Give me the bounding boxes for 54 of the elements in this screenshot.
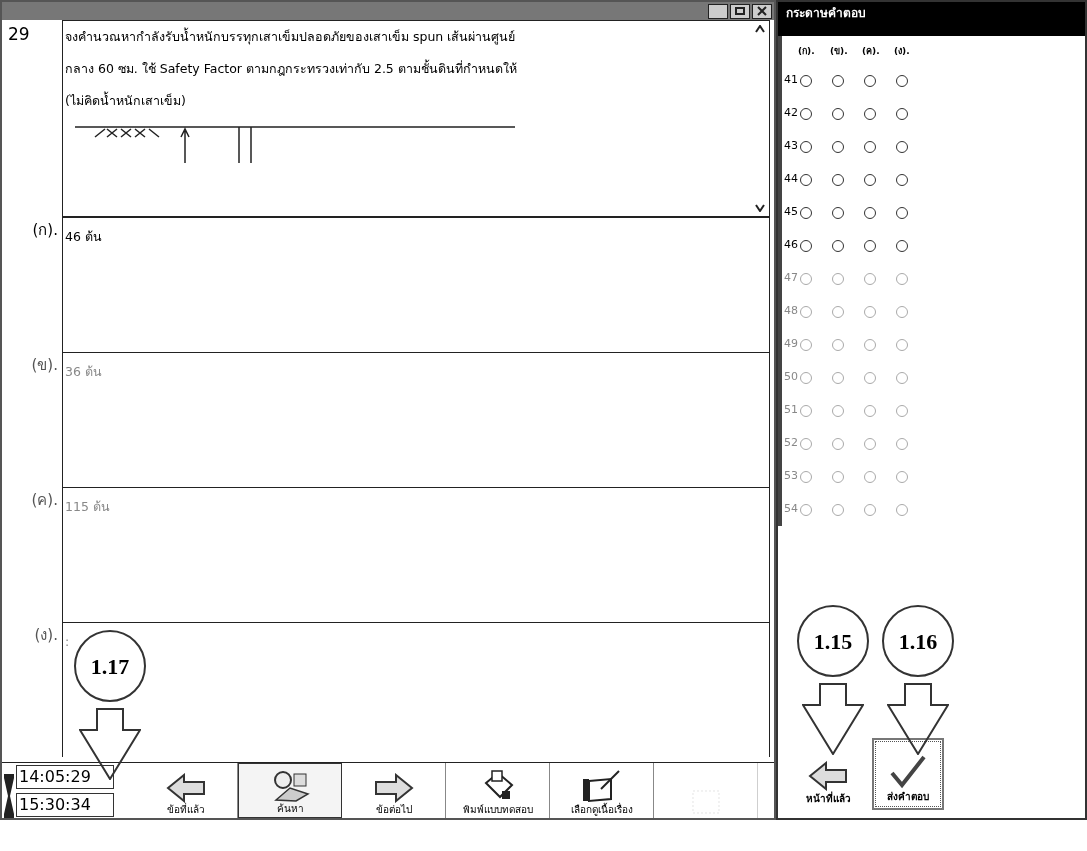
callout-annotation: 1.16 <box>882 605 954 755</box>
row-number: 43 <box>784 138 799 155</box>
row-number: 50 <box>784 369 799 386</box>
column-header: (ง). <box>894 45 911 59</box>
row-number: 54 <box>784 501 799 518</box>
row-number: 48 <box>784 303 799 320</box>
left-arrow-icon <box>808 761 848 791</box>
row-number: 47 <box>784 270 799 287</box>
row-number: 46 <box>784 237 799 254</box>
row-number: 49 <box>784 336 799 353</box>
choice-text: 46 ต้น <box>65 229 102 244</box>
choice-text: : <box>65 634 70 649</box>
answer-sheet-title: กระดาษคำตอบ <box>778 2 1085 36</box>
minimize-icon[interactable] <box>708 3 728 19</box>
choice-label: (ง). <box>33 625 59 646</box>
row-number: 41 <box>784 72 799 89</box>
choice-label: (ค). <box>30 490 59 511</box>
answer-sheet-button[interactable]: ส่งคำตอบ <box>872 738 944 810</box>
toolbar-button[interactable]: ค้นหา <box>238 763 342 818</box>
row-number: 45 <box>784 204 799 221</box>
left-arrow-icon <box>165 773 206 803</box>
toolbar-button[interactable]: ข้อต่อไป <box>342 763 446 818</box>
choice-box[interactable]: 36 ต้น <box>62 352 770 487</box>
question-number: 29 <box>7 23 31 46</box>
choice-box[interactable]: 46 ต้น <box>62 217 770 352</box>
choice-label: (ก). <box>31 220 59 241</box>
toolbar-button[interactable]: ข้อที่แล้ว <box>134 763 238 818</box>
scroll-up-icon[interactable] <box>755 25 765 33</box>
question-text: กลาง 60 ซม. ใช้ Safety Factor ตามกฎกระทรวงเท่ากับ 2.5 ตามชั้นดินที่กำหนดให้ <box>65 58 518 78</box>
row-number: 44 <box>784 171 799 188</box>
toolbar-button[interactable]: พิมพ์แบบทดสอบ <box>446 763 550 818</box>
column-header: (ค). <box>862 45 881 59</box>
toolbar-button[interactable]: เลือกดูเนื้อเรื่อง <box>550 763 654 818</box>
row-number: 51 <box>784 402 799 419</box>
choice-text: 36 ต้น <box>65 364 102 379</box>
scroll-down-icon[interactable] <box>755 204 765 212</box>
row-number: 53 <box>784 468 799 485</box>
choice-text: 115 ต้น <box>65 499 110 514</box>
question-text: จงคำนวณหากำลังรับน้ำหนักบรรทุกเสาเข็มปลอดภัยของเสาเข็ม spun เส้นผ่านศูนย์ <box>65 26 517 47</box>
question-text: (ไม่คิดน้ำหนักเสาเข็ม) <box>65 90 187 110</box>
column-header: (ก). <box>798 45 816 59</box>
right-arrow-icon <box>373 773 414 803</box>
choice-label: (ข). <box>30 355 59 376</box>
maximize-icon[interactable] <box>730 3 750 19</box>
column-header: (ข). <box>830 45 849 59</box>
timer-display: 15:30:34 <box>16 793 114 817</box>
choice-box[interactable]: 115 ต้น <box>62 487 770 622</box>
timer-display: 14:05:29 <box>16 765 114 789</box>
row-number: 52 <box>784 435 799 452</box>
check-icon <box>888 755 928 789</box>
row-number: 42 <box>784 105 799 122</box>
hourglass-icon <box>4 774 14 818</box>
callout-annotation: 1.15 <box>797 605 869 755</box>
close-icon[interactable] <box>752 3 772 19</box>
